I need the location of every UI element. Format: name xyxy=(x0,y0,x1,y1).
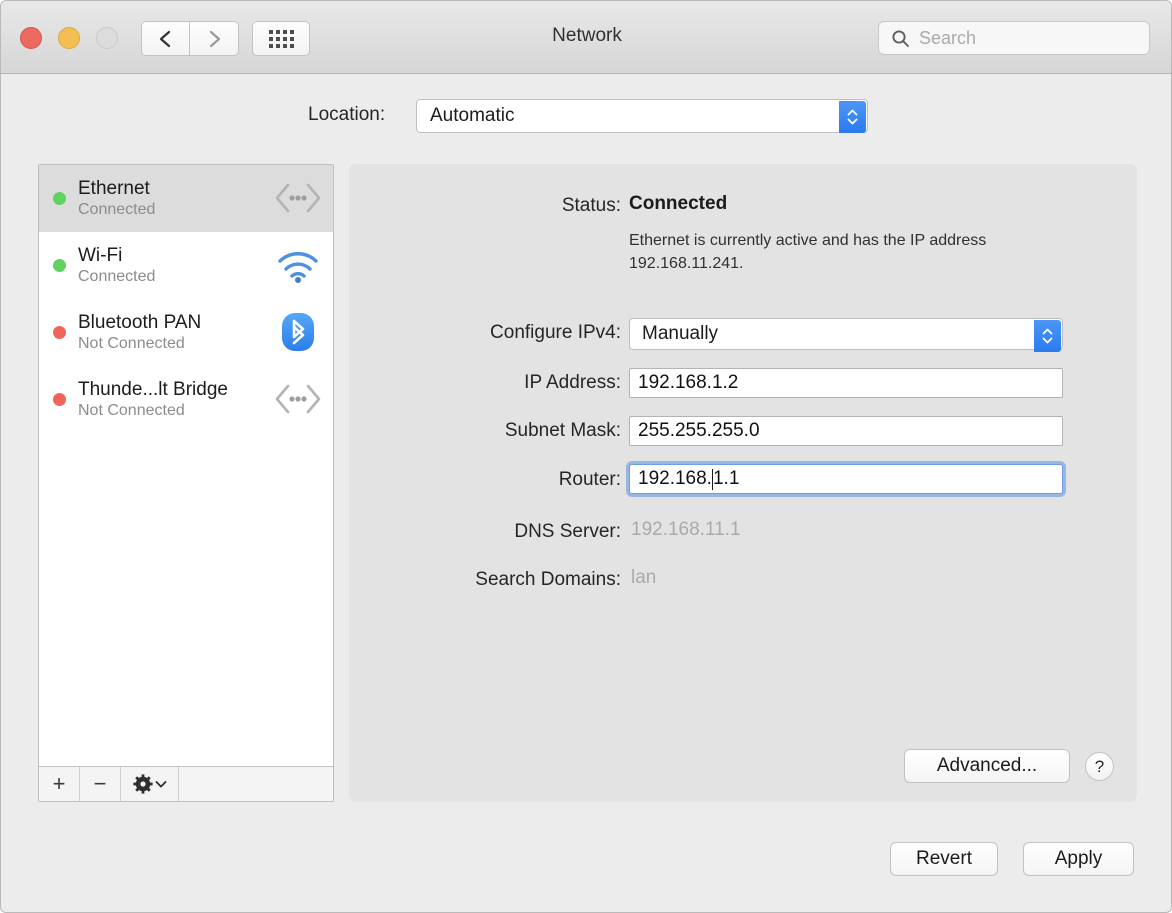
configure-ipv4-label: Configure IPv4: xyxy=(490,322,621,343)
minus-icon: − xyxy=(93,771,107,796)
search-icon xyxy=(892,29,909,47)
add-service-button[interactable]: + xyxy=(39,767,80,801)
subnet-mask-label: Subnet Mask: xyxy=(504,420,621,441)
status-dot-icon xyxy=(53,325,66,339)
ethernet-icon xyxy=(271,382,325,416)
plus-icon: + xyxy=(52,771,66,796)
location-row: Location: Automatic xyxy=(1,99,1171,135)
chevron-updown-icon xyxy=(1034,320,1061,352)
configure-ipv4-popup-button[interactable]: Manually xyxy=(629,318,1063,352)
gear-icon xyxy=(132,774,153,794)
bluetooth-icon xyxy=(271,310,325,354)
status-dot-icon xyxy=(53,191,66,205)
router-label: Router: xyxy=(558,469,621,490)
chevron-updown-icon xyxy=(839,101,866,133)
status-description: Ethernet is currently active and has the… xyxy=(629,232,987,272)
advanced-button[interactable]: Advanced... xyxy=(904,749,1070,783)
sidebar-item-ethernet[interactable]: Ethernet Connected xyxy=(39,165,333,232)
help-button[interactable]: ? xyxy=(1085,752,1114,781)
subnet-mask-value: 255.255.255.0 xyxy=(638,420,760,441)
router-value-before-caret: 192.168. xyxy=(638,468,712,489)
sidebar-item-wifi[interactable]: Wi-Fi Connected xyxy=(39,232,333,299)
router-value-after-caret: 1.1 xyxy=(712,468,740,489)
advanced-button-label: Advanced... xyxy=(936,755,1038,776)
revert-button[interactable]: Revert xyxy=(890,842,998,876)
revert-button-label: Revert xyxy=(916,848,972,869)
interface-name: Thunde...lt Bridge xyxy=(78,378,228,400)
window-titlebar: Network Search xyxy=(1,1,1171,74)
interface-name: Bluetooth PAN xyxy=(78,311,202,333)
search-domains-value: lan xyxy=(631,567,657,588)
action-menu-button[interactable] xyxy=(121,767,179,801)
toolbar-filler xyxy=(179,767,333,801)
dns-server-value: 192.168.11.1 xyxy=(631,519,741,540)
ip-address-value: 192.168.1.2 xyxy=(638,372,739,393)
search-domains-label: Search Domains: xyxy=(475,569,621,590)
status-dot-icon xyxy=(53,258,66,272)
configure-ipv4-value: Manually xyxy=(642,323,719,344)
search-input[interactable]: Search xyxy=(878,21,1150,55)
status-dot-icon xyxy=(53,392,66,406)
status-label: Status: xyxy=(561,195,621,216)
interface-state: Connected xyxy=(78,267,156,285)
interface-state: Not Connected xyxy=(78,401,185,419)
chevron-down-icon xyxy=(155,780,166,787)
sidebar-item-thunderbolt-bridge[interactable]: Thunde...lt Bridge Not Connected xyxy=(39,366,333,433)
network-preferences-window: Network Search Location: Automatic Ether… xyxy=(0,0,1172,913)
network-interface-sidebar: Ethernet Connected Wi-Fi Connected Bluet… xyxy=(38,164,334,802)
interface-name: Wi-Fi xyxy=(78,244,123,266)
sidebar-toolbar: + − xyxy=(39,766,333,801)
search-placeholder: Search xyxy=(919,27,977,48)
apply-button-label: Apply xyxy=(1054,848,1103,869)
sidebar-item-bluetooth-pan[interactable]: Bluetooth PAN Not Connected xyxy=(39,299,333,366)
status-value: Connected xyxy=(629,193,728,214)
remove-service-button[interactable]: − xyxy=(80,767,121,801)
ethernet-icon xyxy=(271,181,325,215)
wifi-icon xyxy=(271,247,325,283)
interface-detail-panel: Status: Connected Ethernet is currently … xyxy=(349,164,1137,802)
interface-state: Not Connected xyxy=(78,334,185,352)
router-input[interactable]: 192.168. 1.1 xyxy=(629,464,1063,494)
location-label: Location: xyxy=(308,104,386,125)
apply-button[interactable]: Apply xyxy=(1023,842,1134,876)
dns-server-label: DNS Server: xyxy=(514,521,621,542)
subnet-mask-input[interactable]: 255.255.255.0 xyxy=(629,416,1063,446)
location-popup-button[interactable]: Automatic xyxy=(416,99,868,133)
interface-name: Ethernet xyxy=(78,177,150,199)
interface-state: Connected xyxy=(78,200,156,218)
location-value: Automatic xyxy=(430,105,515,126)
ip-address-input[interactable]: 192.168.1.2 xyxy=(629,368,1063,398)
ip-address-label: IP Address: xyxy=(524,372,621,393)
interface-list[interactable]: Ethernet Connected Wi-Fi Connected Bluet… xyxy=(39,165,333,766)
question-mark-icon: ? xyxy=(1094,756,1105,776)
